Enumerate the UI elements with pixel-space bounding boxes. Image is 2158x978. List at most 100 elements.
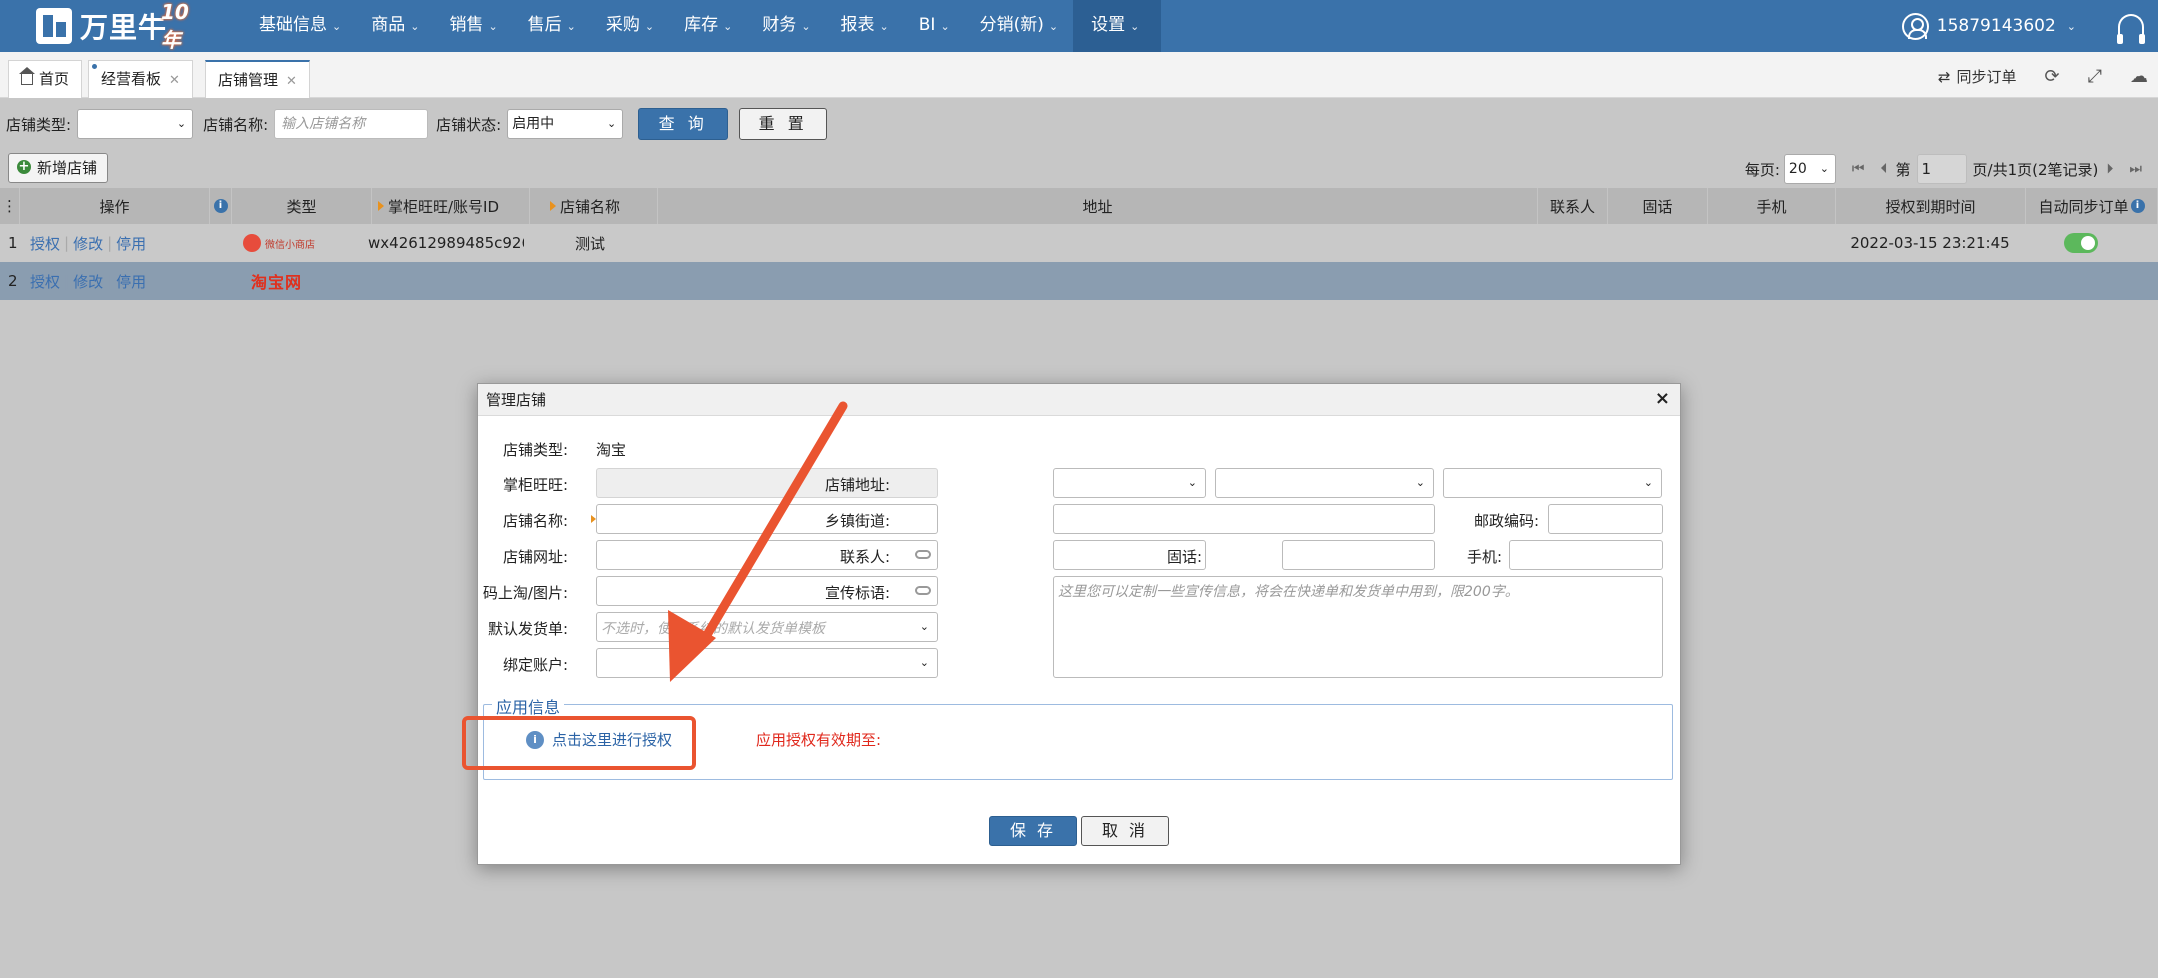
store-type-label: 店铺类型: bbox=[502, 441, 568, 459]
nav-distribution[interactable]: 分销(新) ⌄ bbox=[965, 0, 1073, 52]
user-phone[interactable]: 15879143602 bbox=[1937, 16, 2056, 36]
province-select[interactable]: ⌄ bbox=[1053, 468, 1206, 498]
chevron-down-icon: ⌄ bbox=[176, 117, 187, 130]
close-icon[interactable]: ✕ bbox=[169, 73, 180, 88]
street-field[interactable] bbox=[1053, 504, 1435, 534]
tab-store-management[interactable]: 店铺管理 ✕ bbox=[205, 60, 310, 98]
row-actions: 授权 | 修改 | 停用 bbox=[30, 233, 147, 254]
nav-reports[interactable]: 报表 ⌄ bbox=[826, 0, 904, 52]
table-row[interactable]: 1 授权 | 修改 | 停用 微信小商店 wx42612989485c926 测试 … bbox=[0, 224, 2158, 262]
tab-bar: 首页 经营看板 ✕ 店铺管理 ✕ ⇄ 同步订单 ⟳ ⤢ ☁ bbox=[0, 52, 2158, 98]
header-expire: 授权到期时间 bbox=[1836, 188, 2026, 224]
nav-sales[interactable]: 销售 ⌄ bbox=[434, 0, 512, 52]
query-button[interactable]: 查 询 bbox=[638, 108, 729, 140]
mobile-field[interactable] bbox=[1509, 540, 1663, 570]
required-marker bbox=[591, 515, 596, 523]
headset-icon[interactable] bbox=[2117, 14, 2145, 44]
row-actions: 授权 | 修改 | 停用 bbox=[30, 271, 147, 292]
disable-link[interactable]: 停用 bbox=[116, 233, 146, 254]
authorize-link[interactable]: 授权 bbox=[30, 271, 60, 292]
nav-after-sales[interactable]: 售后 ⌄ bbox=[513, 0, 591, 52]
tab-toolbar: ⇄ 同步订单 ⟳ ⤢ ☁ bbox=[1938, 62, 2148, 90]
store-name-label: 店铺名称: bbox=[203, 115, 269, 134]
chevron-down-icon: ⌄ bbox=[723, 20, 733, 33]
tab-home[interactable]: 首页 bbox=[8, 60, 83, 98]
row-index: 1 bbox=[8, 234, 18, 252]
authorize-link[interactable]: 授权 bbox=[30, 233, 60, 254]
sync-arrows-icon: ⇄ bbox=[1937, 67, 1951, 86]
header-mobile: 手机 bbox=[1708, 188, 1836, 224]
store-address-label: 店铺地址: bbox=[824, 476, 890, 494]
store-type-select[interactable]: ⌄ bbox=[77, 109, 194, 139]
info-icon[interactable]: i bbox=[210, 188, 232, 224]
chevron-down-icon: ⌄ bbox=[801, 20, 811, 33]
bind-account-label: 绑定账户: bbox=[502, 656, 568, 674]
manage-store-dialog: 管理店铺 × 店铺类型: 淘宝 掌柜旺旺: 店铺名称: 店铺网址: 码上淘/图片… bbox=[477, 383, 1681, 865]
table-header: ⋮ 操作 i 类型 掌柜旺旺/账号ID 店铺名称 地址 联系人 固话 手机 授权… bbox=[0, 188, 2158, 224]
header-type: 类型 bbox=[232, 188, 372, 224]
app-logo[interactable]: 万里牛 10年 bbox=[36, 0, 189, 52]
first-page-icon[interactable]: ⏮ bbox=[1852, 161, 1865, 177]
next-page-icon[interactable]: ⏵ bbox=[2106, 161, 2113, 177]
edit-link[interactable]: 修改 bbox=[73, 233, 103, 254]
edit-link[interactable]: 修改 bbox=[73, 271, 103, 292]
cloud-upload-icon[interactable]: ☁ bbox=[2130, 66, 2148, 87]
district-select[interactable]: ⌄ bbox=[1443, 468, 1662, 498]
auth-expiry-label: 应用授权有效期至: bbox=[756, 731, 882, 749]
sync-orders-button[interactable]: ⇄ 同步订单 bbox=[1938, 66, 2017, 87]
chevron-down-icon: ⌄ bbox=[1415, 476, 1425, 489]
fullscreen-icon[interactable]: ⤢ bbox=[2088, 66, 2102, 87]
per-page-select[interactable]: 20 ⌄ bbox=[1783, 154, 1836, 184]
refresh-icon[interactable]: ⟳ bbox=[2045, 66, 2060, 87]
auto-sync-toggle[interactable] bbox=[2064, 224, 2098, 262]
street-label: 乡镇街道: bbox=[824, 512, 890, 530]
row-index: 2 bbox=[8, 272, 18, 290]
table-row[interactable]: 2 授权 | 修改 | 停用 淘宝网 bbox=[0, 262, 2158, 300]
slogan-textarea[interactable]: 这里您可以定制一些宣传信息，将会在快递单和发货单中用到，限200字。 bbox=[1053, 576, 1663, 678]
header-auto-sync: 自动同步订单 i bbox=[2026, 188, 2158, 224]
phone-field[interactable] bbox=[1282, 540, 1435, 570]
nav-basic-info[interactable]: 基础信息 ⌄ bbox=[244, 0, 356, 52]
last-page-icon[interactable]: ⏭ bbox=[2129, 161, 2142, 177]
store-status-select[interactable]: 启用中 ⌄ bbox=[507, 109, 624, 139]
store-name-label: 店铺名称: bbox=[502, 512, 568, 530]
save-button[interactable]: 保 存 bbox=[989, 816, 1077, 846]
reset-button[interactable]: 重 置 bbox=[739, 108, 828, 140]
nav-settings[interactable]: 设置 ⌄ bbox=[1073, 0, 1162, 52]
nav-products[interactable]: 商品 ⌄ bbox=[356, 0, 434, 52]
store-type-value: 淘宝 bbox=[596, 441, 627, 459]
bind-account-select[interactable]: ⌄ bbox=[596, 648, 938, 678]
nav-inventory[interactable]: 库存 ⌄ bbox=[669, 0, 747, 52]
tab-dashboard[interactable]: 经营看板 ✕ bbox=[88, 60, 193, 98]
close-icon[interactable]: ✕ bbox=[286, 74, 297, 89]
zip-field[interactable] bbox=[1548, 504, 1663, 534]
link-icon bbox=[915, 586, 931, 595]
zip-label: 邮政编码: bbox=[1473, 512, 1539, 530]
column-menu-icon[interactable]: ⋮ bbox=[0, 188, 20, 224]
city-select[interactable]: ⌄ bbox=[1215, 468, 1434, 498]
nav-purchase[interactable]: 采购 ⌄ bbox=[591, 0, 669, 52]
header-store-name[interactable]: 店铺名称 bbox=[530, 188, 658, 224]
store-name-input[interactable]: 输入店铺名称 bbox=[274, 109, 429, 139]
highlight-box bbox=[462, 716, 696, 770]
contact-label: 联系人: bbox=[839, 548, 890, 566]
top-nav-bar: 万里牛 10年 基础信息 ⌄ 商品 ⌄ 销售 ⌄ 售后 ⌄ 采购 ⌄ 库存 ⌄ 财务 ⌄ 报表… bbox=[0, 0, 2158, 52]
page-number-input[interactable]: 1 bbox=[1916, 154, 1967, 184]
close-icon[interactable]: × bbox=[1655, 388, 1670, 409]
nav-bi[interactable]: BI ⌄ bbox=[904, 0, 965, 52]
pagination: 每页: 20 ⌄ ⏮ ⏴ 第 1 页/共1页(2笔记录) ⏵ ⏭ bbox=[1745, 153, 2150, 185]
store-type-label: 店铺类型: bbox=[6, 115, 72, 134]
header-wangwang[interactable]: 掌柜旺旺/账号ID bbox=[372, 188, 530, 224]
info-icon[interactable]: i bbox=[2130, 199, 2145, 213]
disable-link[interactable]: 停用 bbox=[116, 271, 146, 292]
wechat-store-icon bbox=[243, 234, 261, 252]
chevron-down-icon[interactable]: ⌄ bbox=[2056, 0, 2076, 52]
user-area: 15879143602 ⌄ bbox=[1901, 0, 2145, 52]
add-store-button[interactable]: 新增店铺 bbox=[8, 153, 109, 183]
header-contact: 联系人 bbox=[1538, 188, 1608, 224]
nav-finance[interactable]: 财务 ⌄ bbox=[747, 0, 825, 52]
prev-page-icon[interactable]: ⏴ bbox=[1881, 161, 1888, 177]
cancel-button[interactable]: 取 消 bbox=[1081, 816, 1169, 846]
ship-template-select[interactable]: 不选时，使用系统的默认发货单模板 ⌄ bbox=[596, 612, 938, 642]
user-icon[interactable] bbox=[1901, 12, 1929, 40]
